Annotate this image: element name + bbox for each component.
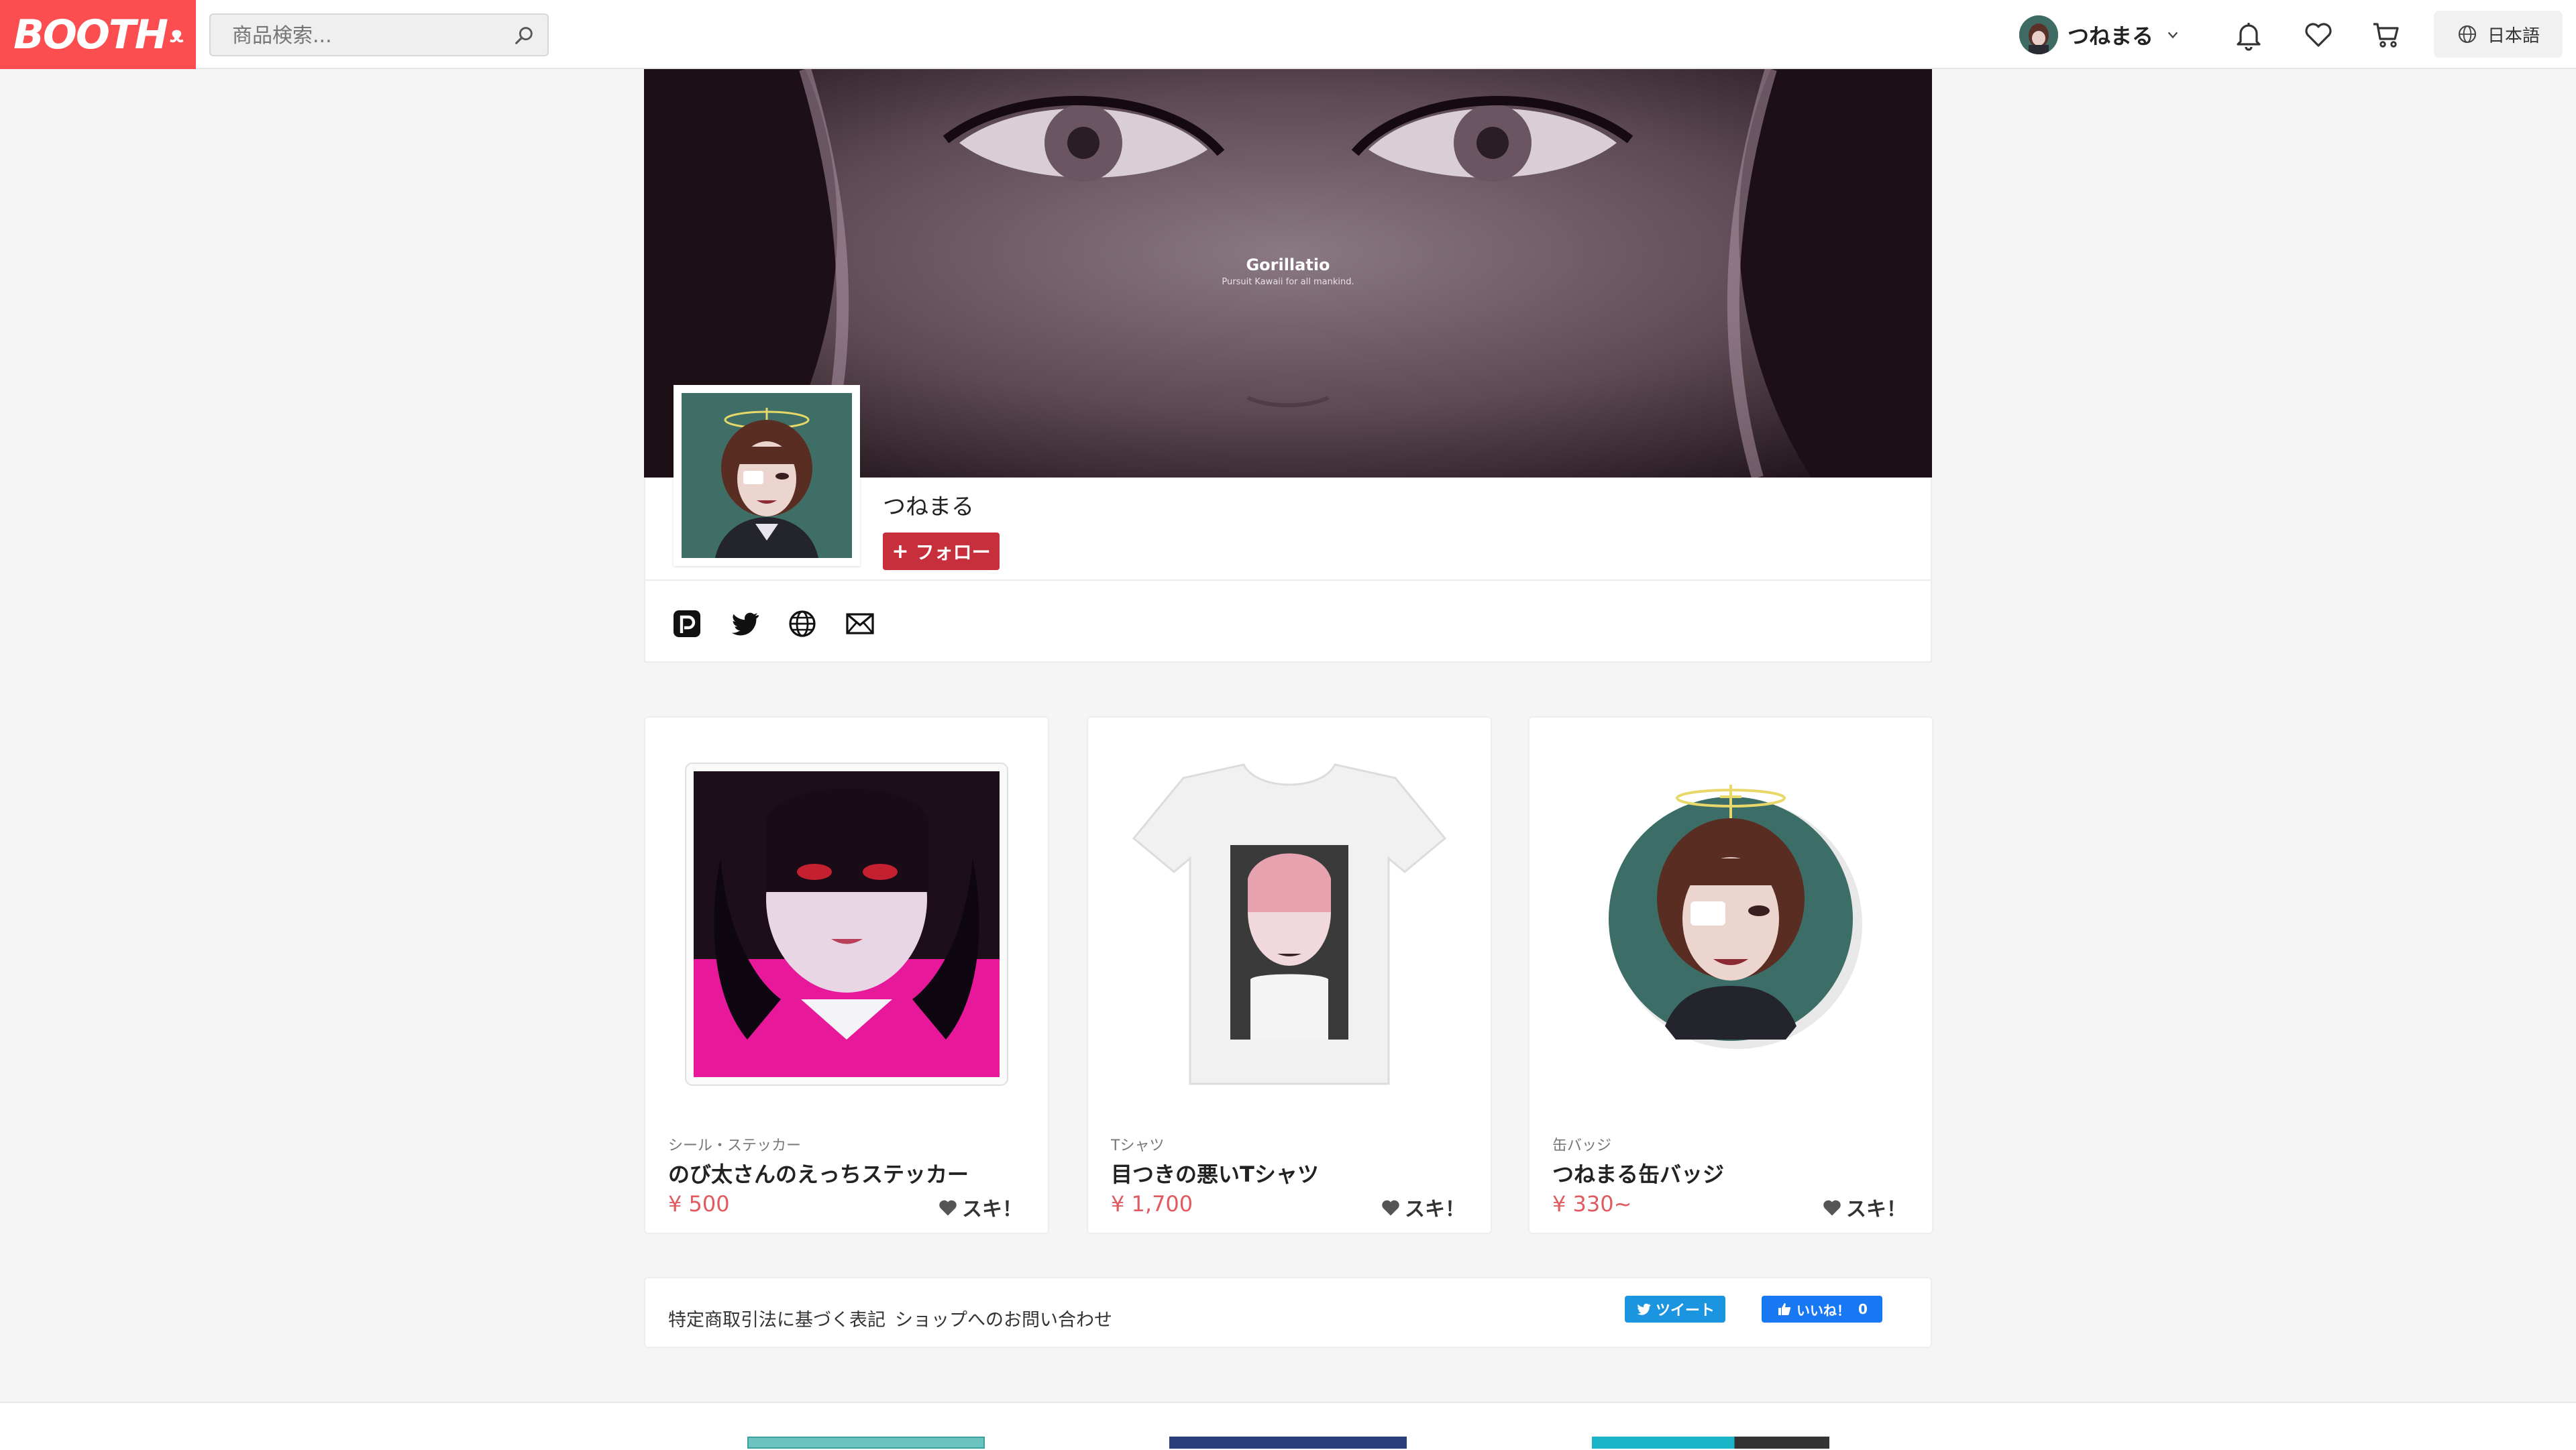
plus-icon: +	[892, 539, 909, 563]
facebook-like-label: いいね！	[1796, 1302, 1851, 1319]
recommended-item-thumbnail[interactable]	[1169, 1437, 1407, 1449]
product-title[interactable]: つねまる缶バッジ	[1552, 1158, 1724, 1188]
product-thumbnail[interactable]	[1564, 758, 1897, 1091]
top-header: BOOTHᴥ つねまる	[0, 0, 2576, 69]
product-thumbnail[interactable]	[680, 758, 1013, 1091]
banner-subtitle: Pursuit Kawaii for all mankind.	[1222, 277, 1354, 287]
recommended-item-thumbnail[interactable]	[1592, 1437, 1829, 1449]
product-card[interactable]: Tシャツ 目つきの悪いTシャツ ¥ 1,700 スキ！	[1087, 716, 1492, 1234]
cart-icon[interactable]	[2371, 19, 2403, 51]
shop-name: つねまる	[883, 494, 974, 520]
chevron-down-icon	[2167, 32, 2178, 39]
twitter-icon	[1637, 1303, 1651, 1315]
user-avatar	[2019, 15, 2058, 54]
shop-avatar[interactable]	[674, 385, 860, 566]
search-icon[interactable]	[513, 24, 535, 47]
product-card[interactable]: シール・ステッカー のび太さんのえっちステッカー ¥ 500 スキ！	[644, 716, 1049, 1234]
banner-caption: Gorillatio Pursuit Kawaii for all mankin…	[644, 256, 1932, 287]
product-thumbnail[interactable]	[1123, 758, 1456, 1091]
profile-divider	[645, 579, 1931, 581]
like-button[interactable]: スキ！	[1381, 1192, 1465, 1222]
product-category: シール・ステッカー	[668, 1137, 802, 1154]
booth-logo[interactable]: BOOTH ᴥ	[0, 0, 196, 69]
legal-notice-link[interactable]: 特定商取引法に基づく表記	[668, 1305, 885, 1331]
website-icon[interactable]	[786, 608, 818, 640]
shop-footer-bar: 特定商取引法に基づく表記 ショップへのお問い合わせ ツイート いいね！ 0	[644, 1277, 1932, 1348]
product-price: ¥ 330~	[1552, 1191, 1632, 1217]
product-price: ¥ 1,700	[1111, 1191, 1193, 1217]
pixiv-icon[interactable]	[671, 608, 703, 640]
user-name: つねまる	[2068, 23, 2154, 49]
facebook-like-count: 0	[1858, 1301, 1868, 1317]
banner-title: Gorillatio	[1246, 256, 1330, 274]
logo-text: BOOTH	[13, 11, 168, 58]
follow-label: フォロー	[915, 541, 991, 563]
shop-contact-link[interactable]: ショップへのお問い合わせ	[895, 1305, 1112, 1331]
user-menu[interactable]: つねまる	[2019, 15, 2180, 55]
tweet-label: ツイート	[1655, 1302, 1715, 1319]
bell-icon[interactable]	[2233, 19, 2265, 51]
product-card[interactable]: 缶バッジ つねまる缶バッジ ¥ 330~ スキ！	[1528, 716, 1933, 1234]
follow-button[interactable]: + フォロー	[883, 533, 1000, 570]
heart-icon	[1382, 1200, 1399, 1216]
product-title[interactable]: のび太さんのえっちステッカー	[668, 1158, 969, 1188]
like-label: スキ！	[1405, 1198, 1465, 1221]
like-label: スキ！	[1846, 1198, 1907, 1221]
language-switcher[interactable]: 日本語	[2434, 11, 2563, 58]
like-button[interactable]: スキ！	[938, 1192, 1022, 1222]
language-label: 日本語	[2487, 25, 2540, 46]
tweet-button[interactable]: ツイート	[1625, 1296, 1725, 1323]
thumbs-up-icon	[1778, 1303, 1791, 1315]
heart-icon	[1823, 1200, 1841, 1216]
search-box	[209, 13, 549, 56]
globe-icon	[2458, 25, 2477, 44]
cat-logo-icon: ᴥ	[169, 21, 184, 48]
search-input[interactable]	[211, 15, 515, 56]
heart-icon	[939, 1200, 957, 1216]
like-button[interactable]: スキ！	[1822, 1192, 1907, 1222]
product-price: ¥ 500	[668, 1191, 730, 1217]
product-category: 缶バッジ	[1552, 1137, 1612, 1154]
recommended-item-thumbnail[interactable]	[747, 1437, 985, 1449]
product-title[interactable]: 目つきの悪いTシャツ	[1111, 1158, 1319, 1188]
facebook-like-button[interactable]: いいね！ 0	[1762, 1296, 1882, 1323]
like-label: スキ！	[962, 1198, 1022, 1221]
mail-icon[interactable]	[844, 608, 876, 640]
heart-icon[interactable]	[2302, 19, 2334, 51]
twitter-icon[interactable]	[729, 608, 761, 640]
product-category: Tシャツ	[1111, 1137, 1165, 1154]
avatar-illustration	[682, 393, 852, 558]
